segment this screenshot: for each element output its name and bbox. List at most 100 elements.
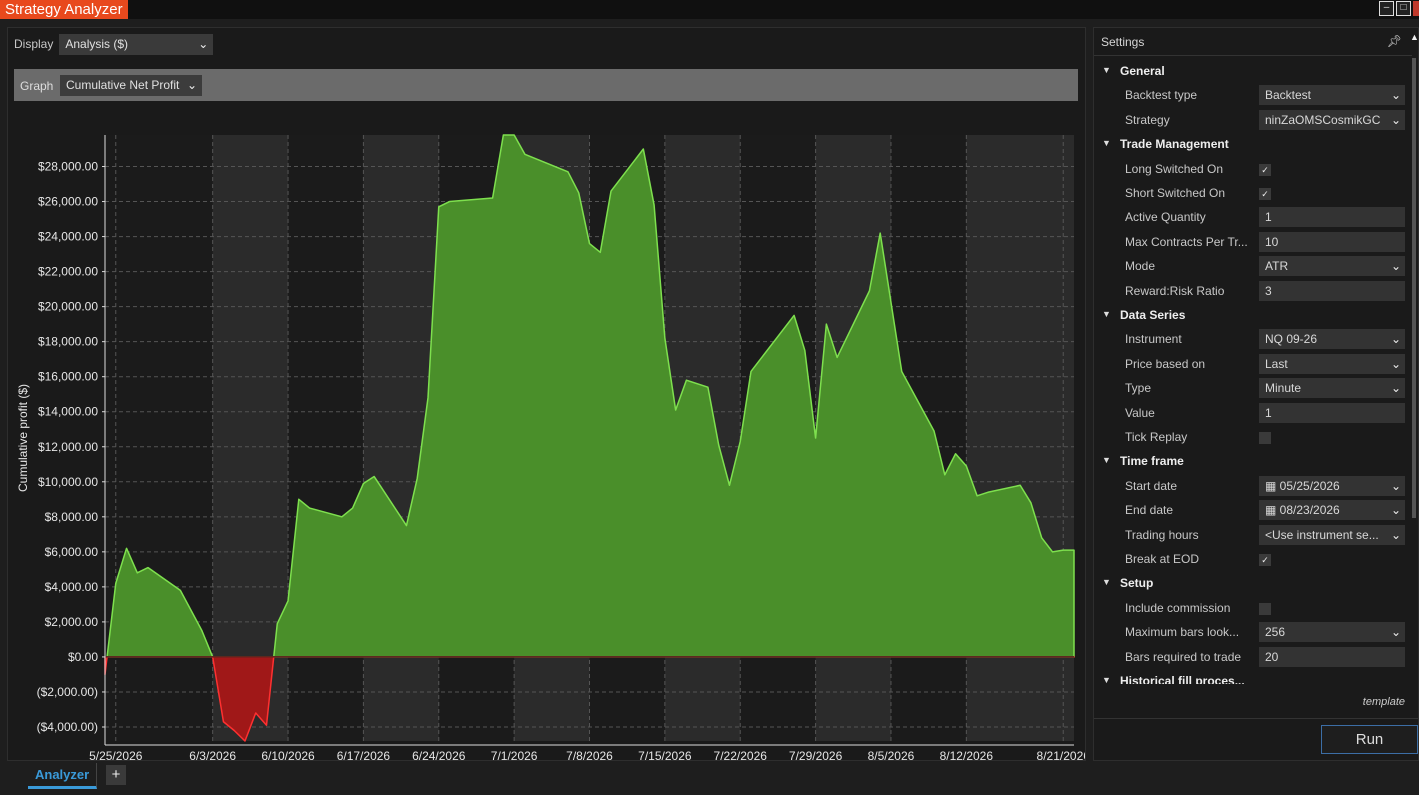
scroll-arrow-icon[interactable]: ▲	[1410, 32, 1419, 42]
select-field[interactable]: <Use instrument se... ⌄	[1259, 524, 1405, 545]
chevron-down-icon: ⌄	[1390, 527, 1401, 542]
property-label: Backtest type	[1125, 88, 1198, 103]
date-picker[interactable]: ▦ 08/23/2026 ⌄	[1259, 500, 1405, 521]
select-value: ninZaOMSCosmikGC	[1265, 112, 1381, 127]
text-field[interactable]: 1	[1259, 402, 1405, 423]
property-label: Type	[1125, 381, 1152, 396]
x-tick-label: 7/8/2026	[566, 749, 613, 761]
settings-row: Bars required to trade 20	[1094, 646, 1410, 670]
y-tick-label: $16,000.00	[38, 370, 98, 384]
select-field[interactable]: ATR ⌄	[1259, 256, 1405, 277]
select-value: 256	[1265, 625, 1286, 640]
run-button[interactable]: Run	[1321, 725, 1418, 754]
add-tab-button[interactable]: +	[106, 765, 126, 785]
settings-row: Include commission	[1094, 597, 1410, 621]
chevron-down-icon: ⌄	[1390, 625, 1401, 640]
graph-bar: Graph Cumulative Net Profit ⌄	[14, 69, 1078, 101]
select-field[interactable]: Minute ⌄	[1259, 378, 1405, 399]
property-label: Start date	[1125, 478, 1178, 493]
select-field[interactable]: Backtest ⌄	[1259, 85, 1405, 106]
graph-select[interactable]: Cumulative Net Profit ⌄	[60, 75, 202, 96]
checkbox[interactable]: ✓	[1259, 163, 1271, 176]
settings-section[interactable]: ▼ Data Series	[1094, 304, 1410, 328]
tab-strip: Analyzer +	[0, 762, 1419, 795]
checkbox[interactable]	[1259, 602, 1271, 615]
chevron-down-icon: ⌄	[1390, 88, 1401, 103]
checkbox[interactable]	[1259, 432, 1271, 444]
close-button[interactable]	[1413, 1, 1419, 16]
settings-section[interactable]: ▼ Historical fill proces...	[1094, 670, 1410, 684]
scroll-thumb[interactable]	[1412, 58, 1416, 518]
title-bar: Strategy Analyzer – □	[0, 0, 1419, 19]
settings-row: Strategy ninZaOMSCosmikGC ⌄	[1094, 109, 1410, 133]
settings-row: Type Minute ⌄	[1094, 377, 1410, 401]
maximize-button[interactable]: □	[1396, 1, 1411, 16]
settings-header: Settings 📌︎	[1094, 28, 1412, 56]
select-field[interactable]: 256 ⌄	[1259, 622, 1405, 643]
collapse-triangle-icon[interactable]: ▼	[1102, 65, 1111, 75]
y-tick-label: $20,000.00	[38, 300, 98, 314]
checkbox[interactable]: ✓	[1259, 188, 1271, 200]
property-label: Maximum bars look...	[1125, 625, 1240, 640]
minimize-button[interactable]: –	[1379, 1, 1394, 16]
y-tick-label: $26,000.00	[38, 195, 98, 209]
cumulative-profit-chart[interactable]: $28,000.00 $26,000.00 $24,000.00 $22,000.00…	[8, 101, 1090, 777]
collapse-triangle-icon[interactable]: ▼	[1102, 309, 1111, 319]
date-value: 08/23/2026	[1279, 503, 1340, 518]
select-value: Last	[1265, 356, 1288, 371]
field-value: 20	[1265, 649, 1279, 664]
checkbox[interactable]: ✓	[1259, 554, 1271, 566]
settings-row: Active Quantity 1	[1094, 206, 1410, 230]
settings-row: Trading hours <Use instrument se... ⌄	[1094, 524, 1410, 548]
settings-panel: Settings 📌︎ ▲ ▼ General Backtest type Backt…	[1093, 27, 1419, 761]
select-field[interactable]: NQ 09-26 ⌄	[1259, 329, 1405, 350]
settings-section[interactable]: ▼ General	[1094, 60, 1410, 84]
settings-section[interactable]: ▼ Trade Management	[1094, 133, 1410, 157]
property-label: Tick Replay	[1125, 430, 1188, 444]
select-field[interactable]: ninZaOMSCosmikGC ⌄	[1259, 109, 1405, 130]
field-value: 3	[1265, 283, 1272, 298]
tab-analyzer[interactable]: Analyzer	[28, 763, 98, 789]
display-label: Display	[14, 37, 54, 51]
property-label: Active Quantity	[1125, 210, 1206, 225]
section-title: Setup	[1120, 576, 1154, 591]
settings-row: Break at EOD ✓	[1094, 548, 1410, 572]
select-value: Backtest	[1265, 88, 1312, 103]
settings-scrollbar[interactable]: ▲	[1410, 28, 1419, 523]
settings-row: Start date ▦ 05/25/2026 ⌄	[1094, 475, 1410, 499]
field-value: 1	[1265, 405, 1272, 420]
chevron-down-icon: ⌄	[198, 36, 209, 51]
settings-row: Tick Replay	[1094, 426, 1410, 450]
collapse-triangle-icon[interactable]: ▼	[1102, 675, 1111, 684]
settings-section[interactable]: ▼ Setup	[1094, 572, 1410, 596]
select-field[interactable]: Last ⌄	[1259, 353, 1405, 374]
property-label: Reward:Risk Ratio	[1125, 283, 1225, 298]
chevron-down-icon: ⌄	[186, 78, 197, 92]
select-value: <Use instrument se...	[1265, 527, 1379, 542]
x-tick-label: 8/5/2026	[868, 749, 915, 761]
settings-section[interactable]: ▼ Time frame	[1094, 450, 1410, 474]
property-label: Mode	[1125, 259, 1156, 274]
window-title: Strategy Analyzer	[0, 0, 128, 19]
chevron-down-icon: ⌄	[1390, 503, 1401, 518]
collapse-triangle-icon[interactable]: ▼	[1102, 455, 1111, 465]
collapse-triangle-icon[interactable]: ▼	[1102, 138, 1111, 148]
property-label: Max Contracts Per Tr...	[1125, 234, 1248, 249]
settings-row: Mode ATR ⌄	[1094, 255, 1410, 279]
property-label: Short Switched On	[1125, 186, 1226, 200]
chevron-down-icon: ⌄	[1390, 112, 1401, 127]
text-field[interactable]: 1	[1259, 207, 1405, 228]
collapse-triangle-icon[interactable]: ▼	[1102, 577, 1111, 587]
field-value: 10	[1265, 234, 1279, 249]
text-field[interactable]: 20	[1259, 646, 1405, 667]
display-select[interactable]: Analysis ($) ⌄	[59, 33, 214, 55]
settings-row: Price based on Last ⌄	[1094, 353, 1410, 377]
date-picker[interactable]: ▦ 05/25/2026 ⌄	[1259, 475, 1405, 496]
settings-row: Backtest type Backtest ⌄	[1094, 84, 1410, 108]
template-link[interactable]: template	[1363, 696, 1405, 708]
text-field[interactable]: 10	[1259, 231, 1405, 252]
pin-icon[interactable]: 📌︎	[1387, 34, 1402, 48]
settings-row: Long Switched On ✓	[1094, 158, 1410, 182]
text-field[interactable]: 3	[1259, 280, 1405, 301]
y-tick-label: ($2,000.00)	[37, 685, 98, 699]
